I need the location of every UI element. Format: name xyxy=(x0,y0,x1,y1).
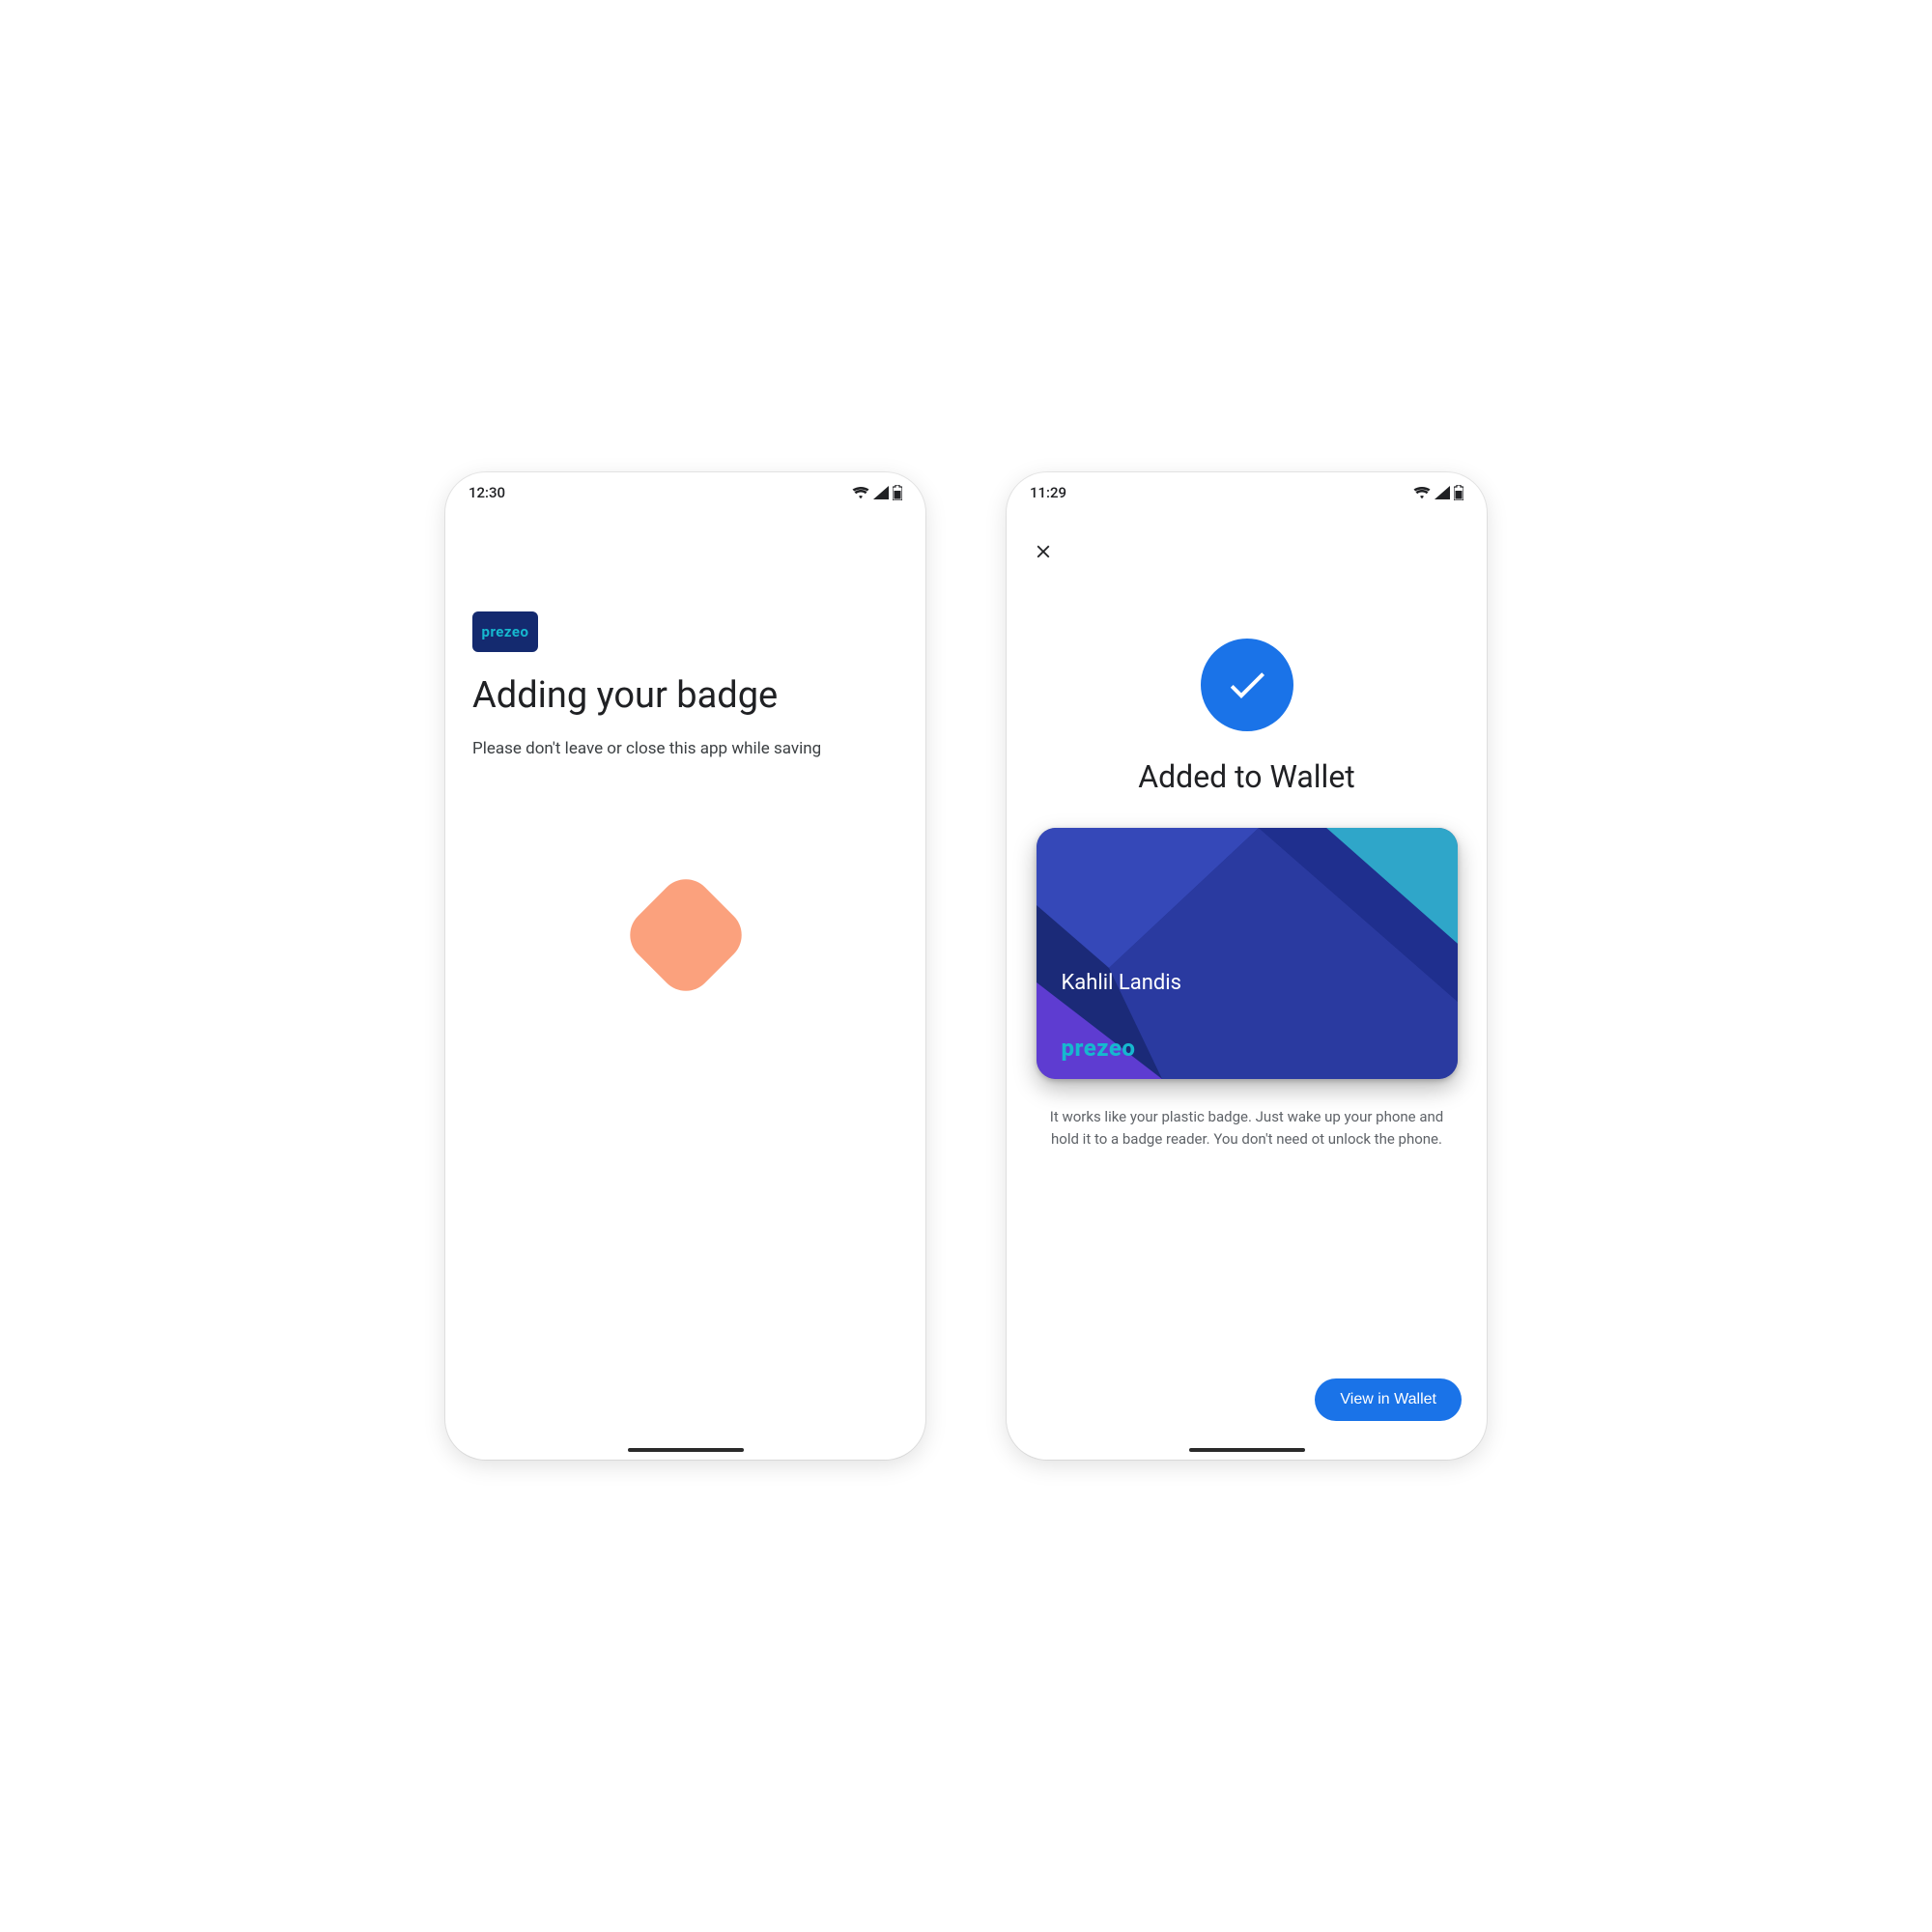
phone-screen-adding: 12:30 prezeo Adding your badge Please do… xyxy=(445,472,925,1460)
description-text: It works like your plastic badge. Just w… xyxy=(1044,1106,1450,1151)
signal-icon xyxy=(1435,486,1450,499)
battery-icon xyxy=(1454,485,1463,500)
status-time: 11:29 xyxy=(1030,484,1066,501)
status-icons-group xyxy=(1413,485,1463,500)
success-badge xyxy=(1201,639,1293,731)
page-title: Adding your badge xyxy=(472,675,898,718)
loading-spinner-icon xyxy=(618,868,753,1003)
check-icon xyxy=(1224,662,1270,708)
close-button[interactable] xyxy=(1024,532,1063,571)
close-icon xyxy=(1033,541,1054,562)
nav-handle xyxy=(628,1448,744,1452)
phone-screen-added: 11:29 Added to Wallet xyxy=(1007,472,1487,1460)
wallet-card: Kahlil Landis prezeo xyxy=(1037,828,1458,1079)
page-subtitle: Please don't leave or close this app whi… xyxy=(472,739,898,758)
battery-icon xyxy=(893,485,902,500)
page-title: Added to Wallet xyxy=(1034,758,1460,795)
wifi-icon xyxy=(1413,486,1431,499)
nav-handle xyxy=(1189,1448,1305,1452)
status-bar: 12:30 xyxy=(445,472,925,513)
wifi-icon xyxy=(852,486,869,499)
status-bar: 11:29 xyxy=(1007,472,1487,513)
status-icons-group xyxy=(852,485,902,500)
card-brand-label: prezeo xyxy=(1062,1035,1136,1062)
brand-label: prezeo xyxy=(482,623,529,640)
status-time: 12:30 xyxy=(469,484,505,501)
signal-icon xyxy=(873,486,889,499)
card-holder-name: Kahlil Landis xyxy=(1062,971,1181,995)
view-in-wallet-button[interactable]: View in Wallet xyxy=(1315,1378,1462,1421)
brand-badge: prezeo xyxy=(472,611,538,652)
